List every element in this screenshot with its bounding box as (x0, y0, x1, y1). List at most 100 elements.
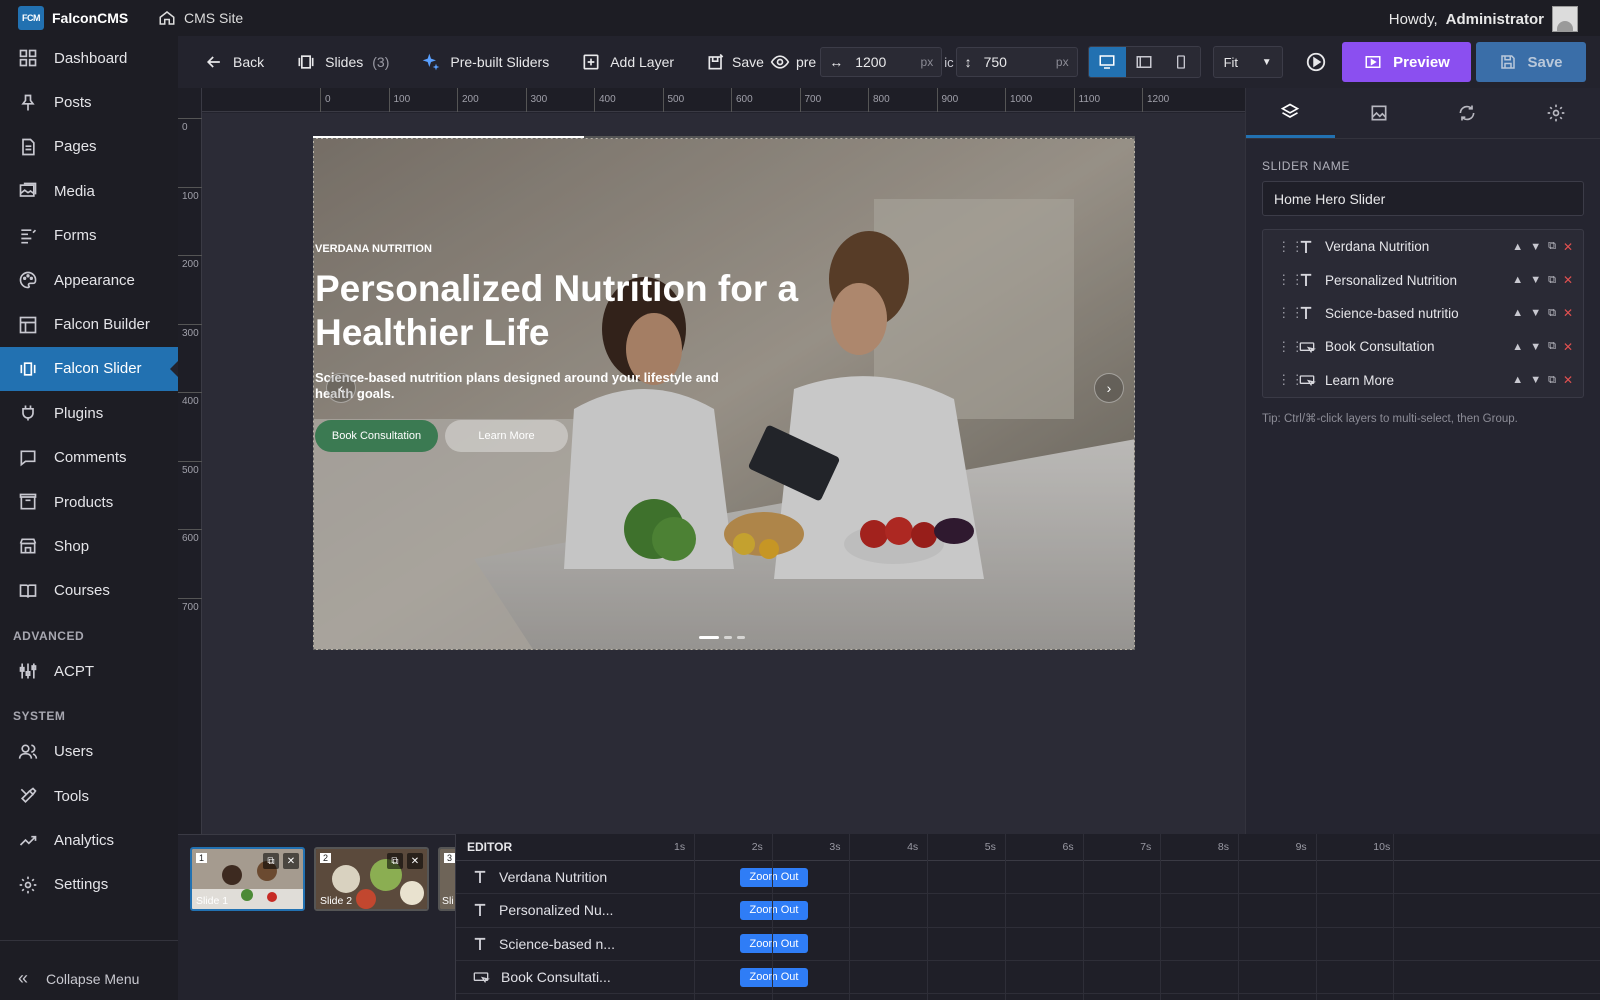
timeline-row[interactable]: Book Consultati... Zoom Out (456, 961, 1600, 995)
move-down-icon[interactable]: ▼ (1530, 307, 1541, 319)
timeline-row[interactable]: Personalized Nu... Zoom Out (456, 894, 1600, 928)
sidebar-item-appearance[interactable]: Appearance (0, 258, 178, 302)
sidebar-item-plugins[interactable]: Plugins (0, 391, 178, 435)
preview-button[interactable]: Preview (1342, 42, 1471, 82)
animation-chip[interactable]: Zoom Out (740, 867, 808, 887)
move-down-icon[interactable]: ▼ (1530, 374, 1541, 386)
add-layer-button[interactable]: Add Layer (565, 42, 690, 82)
next-slide-arrow[interactable]: › (1094, 373, 1124, 403)
zoom-fit-select[interactable]: Fit ▼ (1212, 46, 1283, 78)
sidebar-item-acpt[interactable]: ACPT (0, 649, 178, 693)
sidebar-item-comments[interactable]: Comments (0, 436, 178, 480)
delete-slide-icon[interactable]: ✕ (407, 853, 423, 869)
save-preset-button[interactable]: Save pre (690, 42, 816, 82)
duplicate-layer-icon[interactable]: ⧉ (1548, 240, 1556, 253)
sidebar-item-tools[interactable]: Tools (0, 774, 178, 818)
layer-row[interactable]: ⋮⋮ Personalized Nutrition ▲ ▼ ⧉ ✕ (1263, 263, 1583, 296)
delete-layer-icon[interactable]: ✕ (1563, 240, 1573, 254)
desktop-device-button[interactable] (1088, 47, 1126, 77)
prev-slide-arrow[interactable]: ‹ (326, 373, 356, 403)
sidebar-item-media[interactable]: Media (0, 169, 178, 213)
ruler-tick-label: 400 (182, 396, 199, 407)
book-consultation-layer[interactable]: Book Consultation (315, 420, 438, 452)
tablet-device-button[interactable] (1125, 47, 1163, 77)
sidebar-item-courses[interactable]: Courses (0, 569, 178, 613)
slide-canvas[interactable]: VERDANA NUTRITION Personalized Nutrition… (313, 138, 1135, 650)
move-down-icon[interactable]: ▼ (1530, 241, 1541, 253)
drag-handle-icon[interactable]: ⋮⋮ (1277, 272, 1304, 288)
move-up-icon[interactable]: ▲ (1512, 341, 1523, 353)
drag-handle-icon[interactable]: ⋮⋮ (1277, 372, 1304, 388)
animation-chip[interactable]: Zoom Out (740, 934, 808, 954)
move-up-icon[interactable]: ▲ (1512, 241, 1523, 253)
move-down-icon[interactable]: ▼ (1530, 341, 1541, 353)
tab-settings[interactable] (1512, 88, 1600, 138)
slide-thumbnail-1[interactable]: 1 ⧉ ✕ Slide 1 (190, 847, 305, 911)
sidebar-item-shop[interactable]: Shop (0, 524, 178, 568)
slides-button[interactable]: Slides (3) (280, 42, 405, 82)
user-menu[interactable]: Howdy, Administrator (1389, 6, 1578, 32)
page-icon (22, 138, 35, 156)
collapse-menu-button[interactable]: « Collapse Menu (0, 940, 178, 1000)
duplicate-slide-icon[interactable]: ⧉ (387, 853, 403, 869)
timeline-row[interactable]: Science-based n... Zoom Out (456, 928, 1600, 961)
slide-subtext[interactable]: Science-based nutrition plans designed a… (315, 370, 755, 402)
tab-animation[interactable] (1423, 88, 1512, 138)
layer-row[interactable]: ⋮⋮ Learn More ▲ ▼ ⧉ ✕ (1263, 364, 1583, 397)
sidebar-item-falcon-builder[interactable]: Falcon Builder (0, 302, 178, 346)
prebuilt-sliders-button[interactable]: Pre-built Sliders (405, 42, 565, 82)
duplicate-layer-icon[interactable]: ⧉ (1548, 340, 1556, 353)
back-button[interactable]: Back (178, 42, 280, 82)
layer-row[interactable]: ⋮⋮ Science-based nutritio ▲ ▼ ⧉ ✕ (1263, 297, 1583, 330)
move-up-icon[interactable]: ▲ (1512, 374, 1523, 386)
move-down-icon[interactable]: ▼ (1530, 274, 1541, 286)
tab-background[interactable] (1335, 88, 1424, 138)
width-input[interactable]: ↔ 1200 px (820, 47, 943, 77)
delete-layer-icon[interactable]: ✕ (1563, 373, 1573, 387)
save-button[interactable]: Save (1476, 42, 1586, 82)
delete-layer-icon[interactable]: ✕ (1563, 340, 1573, 354)
pagination-dot[interactable] (724, 636, 732, 639)
layer-name: Learn More (1325, 372, 1395, 388)
sidebar-item-pages[interactable]: Pages (0, 125, 178, 169)
mobile-device-button[interactable] (1162, 47, 1200, 77)
sidebar-item-forms[interactable]: Forms (0, 214, 178, 258)
delete-layer-icon[interactable]: ✕ (1563, 306, 1573, 320)
layer-row[interactable]: ⋮⋮ Book Consultation ▲ ▼ ⧉ ✕ (1263, 330, 1583, 363)
play-icon[interactable] (1305, 51, 1327, 73)
move-up-icon[interactable]: ▲ (1512, 274, 1523, 286)
pagination-dot[interactable] (737, 636, 745, 639)
sidebar-item-dashboard[interactable]: Dashboard (0, 36, 178, 80)
delete-layer-icon[interactable]: ✕ (1563, 273, 1573, 287)
duplicate-layer-icon[interactable]: ⧉ (1548, 307, 1556, 320)
slide-headline[interactable]: Personalized Nutrition for a Healthier L… (315, 267, 815, 355)
height-input[interactable]: ↕ 750 px (955, 47, 1078, 77)
site-link[interactable]: CMS Site (158, 9, 243, 27)
layer-row[interactable]: ⋮⋮ Verdana Nutrition ▲ ▼ ⧉ ✕ (1263, 230, 1583, 263)
slide-thumbnail-2[interactable]: 2 ⧉ ✕ Slide 2 (314, 847, 429, 911)
delete-slide-icon[interactable]: ✕ (283, 853, 299, 869)
learn-more-layer[interactable]: Learn More (445, 420, 568, 452)
animation-chip[interactable]: Zoom Out (740, 967, 808, 987)
animation-chip[interactable]: Zoom Out (740, 900, 808, 920)
sidebar-item-analytics[interactable]: Analytics (0, 818, 178, 862)
sidebar-item-falcon-slider[interactable]: Falcon Slider (0, 346, 178, 392)
drag-handle-icon[interactable]: ⋮⋮ (1277, 339, 1304, 355)
pagination-dot[interactable] (699, 636, 719, 639)
brand[interactable]: FCM FalconCMS (0, 6, 152, 30)
slider-name-input[interactable]: Home Hero Slider (1262, 181, 1584, 216)
sidebar-item-users[interactable]: Users (0, 729, 178, 773)
drag-handle-icon[interactable]: ⋮⋮ (1277, 239, 1304, 255)
tab-layers[interactable] (1246, 88, 1335, 138)
timeline-row[interactable]: Verdana Nutrition Zoom Out (456, 861, 1600, 895)
slide-kicker-text[interactable]: VERDANA NUTRITION (315, 243, 432, 255)
move-up-icon[interactable]: ▲ (1512, 307, 1523, 319)
duplicate-layer-icon[interactable]: ⧉ (1548, 274, 1556, 287)
drag-handle-icon[interactable]: ⋮⋮ (1277, 305, 1304, 321)
ruler-tick-label: 800 (873, 94, 890, 105)
duplicate-layer-icon[interactable]: ⧉ (1548, 374, 1556, 387)
sidebar-item-posts[interactable]: Posts (0, 80, 178, 124)
duplicate-slide-icon[interactable]: ⧉ (263, 853, 279, 869)
sidebar-item-settings[interactable]: Settings (0, 863, 178, 907)
sidebar-item-products[interactable]: Products (0, 480, 178, 524)
